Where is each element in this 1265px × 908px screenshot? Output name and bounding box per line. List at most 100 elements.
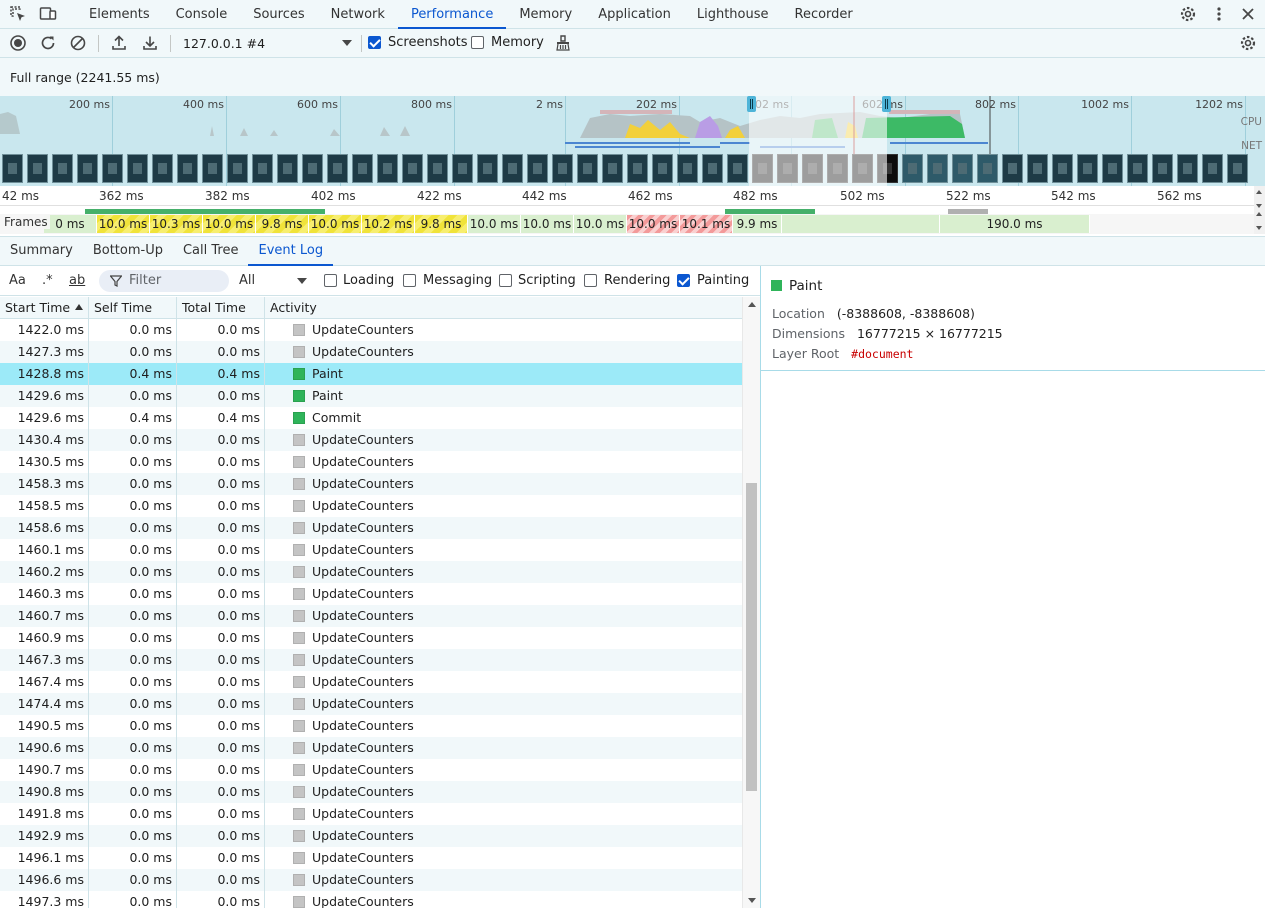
table-row[interactable]: 1460.3 ms 0.0 ms 0.0 ms UpdateCounters — [0, 583, 742, 605]
table-row[interactable]: 1496.1 ms 0.0 ms 0.0 ms UpdateCounters — [0, 847, 742, 869]
screenshot-thumbnail[interactable] — [1077, 154, 1098, 183]
screenshot-thumbnail[interactable] — [1177, 154, 1198, 183]
clear-icon[interactable] — [69, 34, 87, 52]
duration-filter-select[interactable]: All — [239, 273, 309, 288]
screenshot-thumbnail[interactable] — [527, 154, 548, 183]
tab-lighthouse[interactable]: Lighthouse — [684, 0, 782, 29]
frame-block[interactable]: 9.8 ms — [415, 215, 468, 233]
full-range-label[interactable]: Full range (2241.55 ms) — [10, 70, 160, 85]
more-vertical-icon[interactable] — [1210, 5, 1228, 23]
tab-application[interactable]: Application — [585, 0, 684, 29]
table-row[interactable]: 1490.6 ms 0.0 ms 0.0 ms UpdateCounters — [0, 737, 742, 759]
scripting-checkbox[interactable] — [499, 274, 512, 287]
screenshot-thumbnail[interactable] — [327, 154, 348, 183]
screenshot-filmstrip[interactable] — [0, 154, 1265, 184]
screenshot-thumbnail[interactable] — [1152, 154, 1173, 183]
screenshot-thumbnail[interactable] — [927, 154, 948, 183]
match-case-button[interactable]: Aa — [9, 273, 26, 288]
frame-block[interactable]: 10.0 ms — [627, 215, 680, 233]
tracks-scrollbar[interactable] — [1254, 186, 1265, 234]
network-track[interactable] — [0, 206, 1254, 217]
device-toolbar-icon[interactable] — [39, 5, 57, 23]
screenshot-thumbnail[interactable] — [902, 154, 923, 183]
screenshot-thumbnail[interactable] — [602, 154, 623, 183]
timeline-tracks[interactable]: 0 ms 10.0 ms 10.3 ms 10.0 ms 9.8 ms 10.0 ms 10… — [0, 206, 1254, 234]
table-row[interactable]: 1491.8 ms 0.0 ms 0.0 ms UpdateCounters — [0, 803, 742, 825]
screenshot-thumbnail[interactable] — [77, 154, 98, 183]
screenshot-thumbnail[interactable] — [502, 154, 523, 183]
regex-button[interactable]: .* — [42, 273, 53, 288]
screenshot-thumbnail[interactable] — [1027, 154, 1048, 183]
table-row[interactable]: 1490.5 ms 0.0 ms 0.0 ms UpdateCounters — [0, 715, 742, 737]
settings-icon[interactable] — [1179, 5, 1197, 23]
screenshot-thumbnail[interactable] — [302, 154, 323, 183]
memory-checkbox[interactable] — [471, 36, 484, 49]
tab-performance[interactable]: Performance — [397, 0, 507, 29]
frame-block[interactable]: 10.1 ms — [680, 215, 733, 233]
table-row[interactable]: 1474.4 ms 0.0 ms 0.0 ms UpdateCounters — [0, 693, 742, 715]
table-row[interactable]: 1430.5 ms 0.0 ms 0.0 ms UpdateCounters — [0, 451, 742, 473]
table-row[interactable]: 1428.8 ms 0.4 ms 0.4 ms Paint — [0, 363, 742, 385]
column-start-time[interactable]: Start Time — [0, 297, 89, 319]
frame-block[interactable]: 10.0 ms — [574, 215, 627, 233]
screenshot-thumbnail[interactable] — [952, 154, 973, 183]
table-row[interactable]: 1497.3 ms 0.0 ms 0.0 ms UpdateCounters — [0, 891, 742, 908]
scroll-up-icon[interactable] — [1256, 190, 1262, 194]
messaging-checkbox[interactable] — [403, 274, 416, 287]
frame-block[interactable]: 9.9 ms — [733, 215, 782, 233]
load-profile-icon[interactable] — [110, 34, 128, 52]
tab-summary[interactable]: Summary — [0, 237, 83, 266]
screenshot-thumbnail[interactable] — [252, 154, 273, 183]
screenshot-thumbnail[interactable] — [102, 154, 123, 183]
screenshot-thumbnail[interactable] — [677, 154, 698, 183]
loading-checkbox[interactable] — [324, 274, 337, 287]
screenshot-thumbnail[interactable] — [352, 154, 373, 183]
frame-block[interactable]: 190.0 ms — [940, 215, 1090, 233]
table-scrollbar[interactable] — [742, 297, 760, 908]
table-row[interactable]: 1496.6 ms 0.0 ms 0.0 ms UpdateCounters — [0, 869, 742, 891]
screenshot-thumbnail[interactable] — [977, 154, 998, 183]
screenshot-thumbnail[interactable] — [177, 154, 198, 183]
screenshot-thumbnail[interactable] — [477, 154, 498, 183]
screenshot-thumbnail[interactable] — [577, 154, 598, 183]
frame-block[interactable]: 9.8 ms — [256, 215, 309, 233]
column-self-time[interactable]: Self Time — [89, 297, 177, 319]
table-row[interactable]: 1492.9 ms 0.0 ms 0.0 ms UpdateCounters — [0, 825, 742, 847]
table-row[interactable]: 1467.3 ms 0.0 ms 0.0 ms UpdateCounters — [0, 649, 742, 671]
garbage-collect-icon[interactable] — [554, 34, 572, 52]
frame-block[interactable]: 10.0 ms — [97, 215, 150, 233]
table-row[interactable]: 1490.8 ms 0.0 ms 0.0 ms UpdateCounters — [0, 781, 742, 803]
screenshot-thumbnail[interactable] — [27, 154, 48, 183]
screenshot-thumbnail[interactable] — [552, 154, 573, 183]
frames-track[interactable]: 0 ms 10.0 ms 10.3 ms 10.0 ms 9.8 ms 10.0 ms 10… — [0, 214, 1254, 234]
tab-sources[interactable]: Sources — [240, 0, 317, 29]
screenshot-thumbnail[interactable] — [1127, 154, 1148, 183]
screenshot-thumbnail[interactable] — [452, 154, 473, 183]
table-row[interactable]: 1458.5 ms 0.0 ms 0.0 ms UpdateCounters — [0, 495, 742, 517]
scroll-up-icon[interactable] — [1256, 212, 1262, 216]
table-row[interactable]: 1429.6 ms 0.4 ms 0.4 ms Commit — [0, 407, 742, 429]
capture-settings-icon[interactable] — [1239, 34, 1257, 52]
table-row[interactable]: 1427.3 ms 0.0 ms 0.0 ms UpdateCounters — [0, 341, 742, 363]
tab-console[interactable]: Console — [163, 0, 241, 29]
table-row[interactable]: 1458.3 ms 0.0 ms 0.0 ms UpdateCounters — [0, 473, 742, 495]
tab-bottom-up[interactable]: Bottom-Up — [83, 237, 173, 266]
screenshot-thumbnail[interactable] — [627, 154, 648, 183]
table-row[interactable]: 1460.9 ms 0.0 ms 0.0 ms UpdateCounters — [0, 627, 742, 649]
screenshot-thumbnail[interactable] — [702, 154, 723, 183]
rendering-checkbox[interactable] — [584, 274, 597, 287]
frame-block[interactable]: 10.0 ms — [309, 215, 362, 233]
screenshot-thumbnail[interactable] — [52, 154, 73, 183]
painting-checkbox[interactable] — [677, 274, 690, 287]
table-row[interactable]: 1490.7 ms 0.0 ms 0.0 ms UpdateCounters — [0, 759, 742, 781]
timeline-overview[interactable]: 200 ms400 ms600 ms800 ms2 ms202 ms402 ms… — [0, 96, 1265, 186]
frame-block[interactable]: 10.3 ms — [150, 215, 203, 233]
tab-network[interactable]: Network — [318, 0, 398, 29]
tab-call-tree[interactable]: Call Tree — [173, 237, 249, 266]
screenshot-thumbnail[interactable] — [2, 154, 23, 183]
record-icon[interactable] — [9, 34, 27, 52]
screenshot-thumbnail[interactable] — [227, 154, 248, 183]
screenshot-thumbnail[interactable] — [1002, 154, 1023, 183]
table-row[interactable]: 1460.1 ms 0.0 ms 0.0 ms UpdateCounters — [0, 539, 742, 561]
screenshot-thumbnail[interactable] — [127, 154, 148, 183]
